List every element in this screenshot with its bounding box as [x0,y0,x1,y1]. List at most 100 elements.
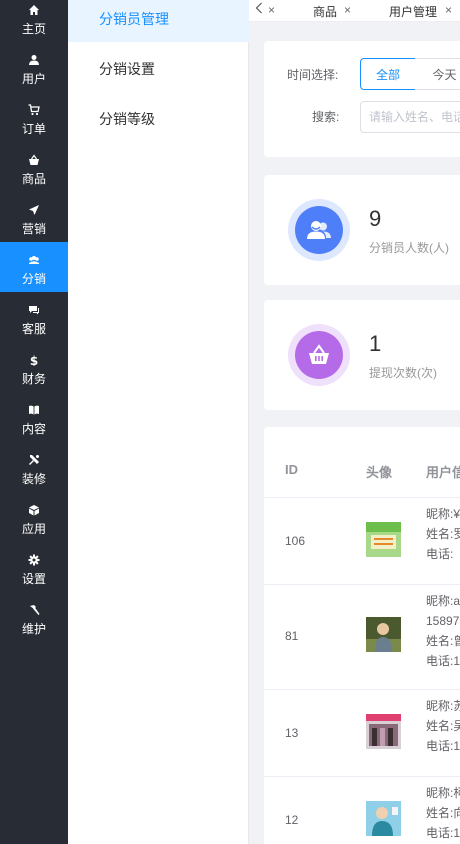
user-info: 昵称:柯 姓名:向 电话:1 [426,783,460,843]
user-nickname: 昵称:¥ [426,507,460,521]
nav-item-service[interactable]: 客服 [0,300,68,350]
stat-label: 提现次数(次) [369,366,437,380]
nav-item-distribution[interactable]: 分销 [0,242,68,292]
stat-card-withdrawals: 1 提现次数(次) [264,300,460,410]
stat-card-distributors: 9 分销员人数(人) [264,175,460,285]
chat-icon [26,302,42,318]
close-icon[interactable]: × [268,3,275,17]
send-icon [26,202,42,218]
user-info: 昵称:¥ 姓名:罗 电话: [426,504,460,564]
column-header-user-info: 用户信 [426,465,460,480]
basket-icon [26,152,42,168]
user-info: 昵称:苏 姓名:吴 电话:1 [426,696,460,756]
nav-item-finance[interactable]: $ 财务 [0,350,68,400]
table-row[interactable]: 13 昵称:苏 姓名:吴 电话:1 [264,689,460,776]
nav-label: 维护 [21,622,46,636]
nav-item-apps[interactable]: 应用 [0,500,68,550]
user-name: 姓名:罗 [426,527,460,541]
home-icon [26,2,42,18]
nav-label: 用户 [21,72,46,86]
nav-item-home[interactable]: 主页 [0,0,68,50]
submenu-distribution-levels[interactable]: 分销等级 [68,100,249,142]
avatar [366,801,401,836]
user-nickname: 昵称:a [426,594,460,608]
hammer-icon [26,602,42,618]
nav-item-maintenance[interactable]: 维护 [0,600,68,650]
user-info: 昵称:a 15897 姓名:曾 电话:1 [426,591,460,671]
close-icon[interactable]: × [445,3,452,17]
stat-value: 1 [369,331,382,356]
user-nickname: 昵称:苏 [426,699,460,713]
avatar [366,617,401,652]
filter-panel: 时间选择: 全部 今天 搜索: 请输入姓名、电话 [264,41,460,157]
tools-icon [26,452,42,468]
main-nav: 主页 用户 订单 商品 营销 分销 客服 $ 财务 内容 装修 应用 设置 维护 [0,0,68,844]
time-filter-label: 时间选择: [287,68,339,82]
row-id: 106 [285,534,306,548]
stat-icon-ring [288,199,350,261]
user-phone: 电话:1 [426,826,460,840]
table-row[interactable]: 81 昵称:a 15897 姓名:曾 电话:1 [264,584,460,689]
search-label: 搜索: [312,110,340,124]
table-row[interactable]: 12 昵称:柯 姓名:向 电话:1 [264,776,460,844]
book-icon [26,402,42,418]
close-icon[interactable]: × [344,3,351,17]
nav-label: 客服 [21,322,46,336]
time-today-button[interactable]: 今天 [415,58,460,90]
time-all-button[interactable]: 全部 [360,58,416,90]
submenu-distributor-management[interactable]: 分销员管理 [68,0,249,42]
svg-text:$: $ [30,354,38,366]
table-row[interactable]: 106 昵称:¥ 姓名:罗 电话: [264,497,460,584]
user-nickname: 昵称:柯 [426,786,460,800]
nav-label: 应用 [21,522,46,536]
stat-icon-ring [288,324,350,386]
tab-bar: × 商品 × 用户管理 × [249,0,460,22]
user-phone: 电话:1 [426,739,460,753]
nav-item-settings[interactable]: 设置 [0,550,68,600]
row-id: 81 [285,629,299,643]
search-input[interactable]: 请输入姓名、电话 [360,101,460,133]
sub-menu: 分销员管理 分销设置 分销等级 [68,0,249,844]
avatar [366,714,401,749]
cart-icon [26,102,42,118]
distributor-table: ID 头像 用户信 106 昵称:¥ 姓名:罗 电话: 81 昵称:a 1589… [264,427,460,844]
tab-products[interactable]: 商品 [313,3,337,19]
cube-icon [26,502,42,518]
avatar [366,522,401,557]
nav-item-product[interactable]: 商品 [0,150,68,200]
nav-label: 装修 [21,472,46,486]
user-account: 15897 [426,614,460,628]
stat-value: 9 [369,206,382,231]
nav-label: 营销 [21,222,46,236]
nav-item-decoration[interactable]: 装修 [0,450,68,500]
column-header-id[interactable]: ID [285,462,298,477]
user-name: 姓名:向 [426,806,460,820]
basket-icon [295,331,343,379]
nav-label: 主页 [21,22,46,36]
nav-item-content[interactable]: 内容 [0,400,68,450]
submenu-distribution-settings[interactable]: 分销设置 [68,50,249,92]
row-id: 12 [285,813,299,827]
nav-label: 订单 [21,122,46,136]
gear-icon [26,552,42,568]
column-header-avatar: 头像 [366,465,393,480]
row-id: 13 [285,726,299,740]
nav-item-order[interactable]: 订单 [0,100,68,150]
nav-item-user[interactable]: 用户 [0,50,68,100]
dollar-icon: $ [26,352,42,368]
nav-label: 内容 [21,422,46,436]
user-name: 姓名:曾 [426,634,460,648]
nav-label: 设置 [21,572,46,586]
users-icon [295,206,343,254]
user-name: 姓名:吴 [426,719,460,733]
nav-label: 分销 [21,272,46,286]
tab-user-management[interactable]: 用户管理 [389,3,437,19]
chevron-left-icon[interactable] [255,2,263,16]
nav-label: 财务 [21,372,46,386]
user-icon [26,52,42,68]
user-phone: 电话: [426,547,454,561]
nav-label: 商品 [21,172,46,186]
stat-label: 分销员人数(人) [369,241,449,255]
user-phone: 电话:1 [426,654,460,668]
distribution-icon [26,252,42,268]
